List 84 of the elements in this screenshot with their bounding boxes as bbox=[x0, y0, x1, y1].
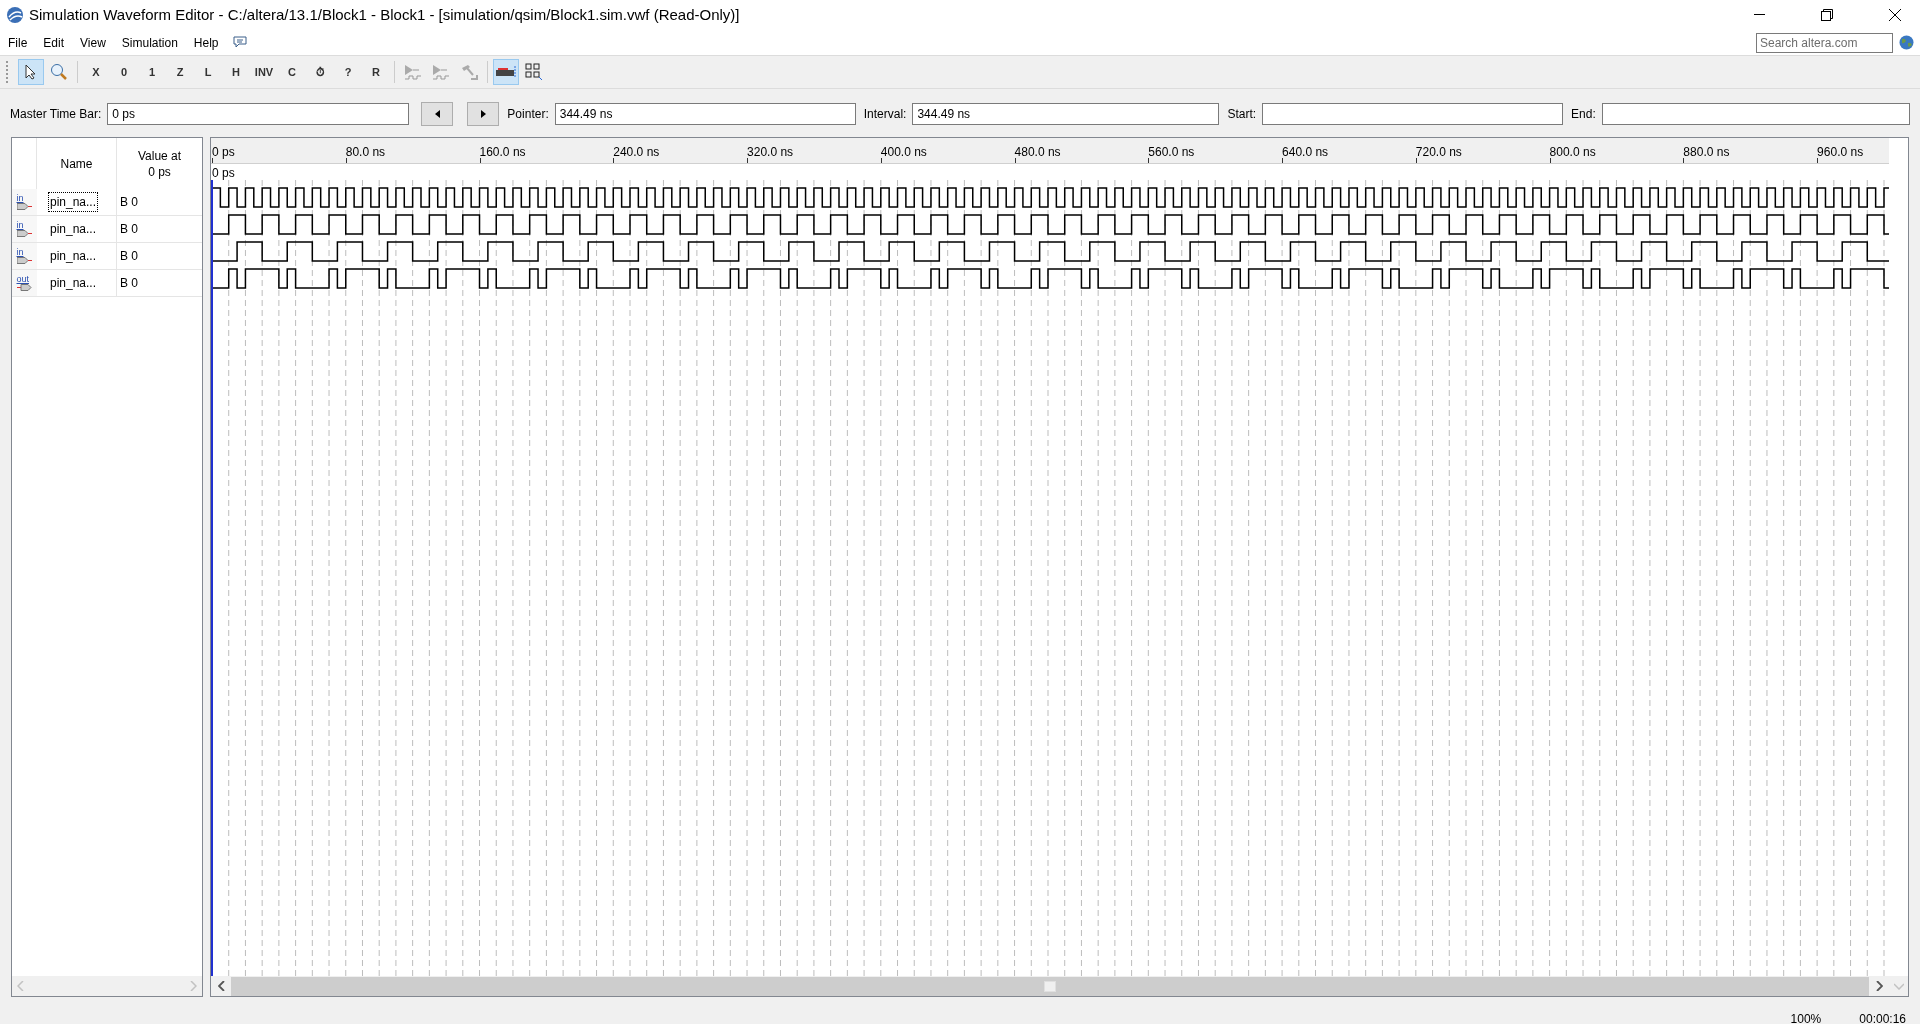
restore-icon bbox=[1821, 9, 1833, 21]
signal-name: pin_na... bbox=[49, 221, 98, 238]
ruler-label: 0 ps bbox=[212, 144, 235, 161]
pointer-icon bbox=[24, 64, 38, 80]
ruler-label: 400.0 ns bbox=[880, 144, 927, 161]
snap-to-grid-icon bbox=[495, 65, 517, 79]
ruler-label: 160.0 ns bbox=[479, 144, 526, 161]
master-time-bar-label: Master Time Bar: bbox=[10, 106, 102, 123]
menu-item[interactable]: View bbox=[72, 33, 114, 52]
signal-value: B 0 bbox=[120, 275, 138, 292]
menu-item[interactable]: File bbox=[0, 33, 36, 52]
zoom-icon bbox=[50, 63, 68, 81]
ruler-label: 960.0 ns bbox=[1817, 144, 1864, 161]
toolbar-button[interactable]: 0 bbox=[111, 59, 137, 85]
pointer-field[interactable]: 344.49 ns bbox=[554, 103, 856, 125]
toolbar-button[interactable]: R bbox=[363, 59, 389, 85]
ruler-label: 800.0 ns bbox=[1549, 144, 1596, 161]
comment-icon bbox=[232, 36, 247, 49]
elapsed-time-status: 00:00:16 bbox=[1859, 1011, 1906, 1024]
ruler-label: 80.0 ns bbox=[345, 144, 386, 161]
end-label: End: bbox=[1571, 106, 1596, 123]
signal-value: B 0 bbox=[120, 221, 138, 238]
menu-item[interactable]: Help bbox=[185, 33, 227, 52]
app-logo-icon bbox=[6, 6, 24, 24]
globe-icon bbox=[1899, 35, 1914, 50]
signal-row[interactable]: in pin_na... B 0 bbox=[12, 189, 202, 216]
scroll-right-icon bbox=[190, 981, 197, 991]
signal-value: B 0 bbox=[120, 194, 138, 211]
end-field[interactable] bbox=[1601, 103, 1910, 125]
ruler-label: 880.0 ns bbox=[1683, 144, 1730, 161]
start-field[interactable] bbox=[1262, 103, 1564, 125]
interval-field[interactable]: 344.49 ns bbox=[912, 103, 1220, 125]
scrollbar-thumb[interactable] bbox=[1044, 980, 1056, 992]
hammer-icon bbox=[459, 63, 479, 81]
master-time-bar-field[interactable]: 0 ps bbox=[107, 103, 410, 125]
time-bar-label: 0 ps bbox=[212, 166, 235, 180]
waveform-run-icon bbox=[431, 63, 451, 81]
toolbar-button[interactable]: Z bbox=[167, 59, 193, 85]
scroll-left-icon bbox=[217, 981, 225, 991]
previous-button[interactable] bbox=[421, 102, 454, 126]
search-field[interactable]: Search altera.com bbox=[1756, 32, 1893, 53]
interval-label: Interval: bbox=[863, 106, 907, 123]
column-header[interactable]: Value at 0 ps bbox=[117, 138, 202, 189]
signal-row[interactable]: in pin_na... B 0 bbox=[12, 216, 202, 243]
signal-name: pin_na... bbox=[49, 248, 98, 265]
column-header[interactable]: Name bbox=[37, 138, 117, 189]
minimize-icon bbox=[1753, 14, 1765, 16]
toolbar-button[interactable]: ? bbox=[335, 59, 361, 85]
signal-value: B 0 bbox=[120, 248, 138, 265]
toolbar-button[interactable]: L bbox=[195, 59, 221, 85]
toolbar-button[interactable]: X bbox=[83, 59, 109, 85]
ruler-label: 640.0 ns bbox=[1282, 144, 1329, 161]
close-icon bbox=[1889, 9, 1901, 21]
toolbar-button[interactable]: 1 bbox=[139, 59, 165, 85]
signal-row[interactable]: out pin_na... B 0 bbox=[12, 270, 202, 297]
next-button[interactable] bbox=[467, 102, 500, 126]
toolbar-button[interactable]: H bbox=[223, 59, 249, 85]
waveform-run-icon bbox=[403, 63, 423, 81]
start-label: Start: bbox=[1227, 106, 1257, 123]
ruler-label: 560.0 ns bbox=[1148, 144, 1195, 161]
signal-row[interactable]: in pin_na... B 0 bbox=[12, 243, 202, 270]
toolbar-button[interactable] bbox=[18, 59, 44, 85]
toolbar-button[interactable] bbox=[493, 59, 519, 85]
menu-item[interactable]: Simulation bbox=[113, 33, 186, 52]
ruler-label: 320.0 ns bbox=[747, 144, 794, 161]
pointer-label: Pointer: bbox=[507, 106, 549, 123]
toolbar-button[interactable]: INV bbox=[251, 59, 277, 85]
window-title: Simulation Waveform Editor - C:/altera/13.1/Block1 - Block1 - [simulation/qsim/Block1.sim.vwf (Read-Only)] bbox=[29, 4, 740, 25]
scroll-down-icon bbox=[1893, 982, 1904, 990]
right-arrow-icon bbox=[480, 110, 486, 118]
horizontal-scrollbar[interactable] bbox=[12, 976, 202, 996]
scroll-left-icon bbox=[17, 981, 24, 991]
ruler-label: 480.0 ns bbox=[1014, 144, 1061, 161]
left-arrow-icon bbox=[434, 110, 440, 118]
zoom-status: 100% bbox=[1790, 1011, 1822, 1024]
menu-item[interactable]: Edit bbox=[35, 33, 73, 52]
toolbar-button[interactable]: ⏱ bbox=[307, 59, 333, 85]
scroll-right-icon bbox=[1875, 981, 1883, 991]
grid-icon bbox=[525, 63, 543, 81]
toolbar-button[interactable]: C bbox=[279, 59, 305, 85]
signal-name: pin_na... bbox=[49, 193, 98, 211]
ruler-label: 240.0 ns bbox=[613, 144, 660, 161]
ruler-label: 720.0 ns bbox=[1415, 144, 1462, 161]
signal-name: pin_na... bbox=[49, 275, 98, 292]
